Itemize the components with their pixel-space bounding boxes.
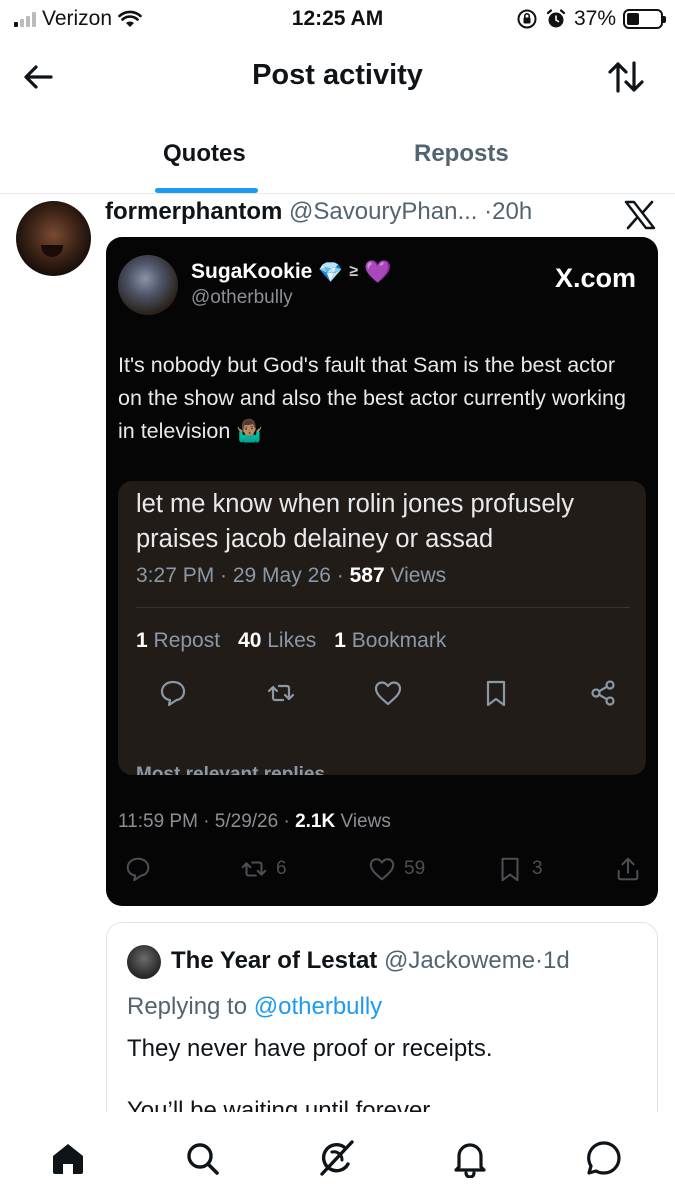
- bell-icon: [454, 1143, 486, 1178]
- battery-icon: [623, 9, 666, 29]
- quoted-post-views-label: Views: [384, 564, 447, 587]
- reply-time: 1d: [543, 947, 570, 974]
- status-right: 37%: [516, 7, 666, 31]
- reply-text: They never have proof or receipts.: [127, 1035, 493, 1062]
- embedded-post-views-count: 2.1K: [295, 811, 336, 832]
- status-bar: Verizon 12:25 AM 37%: [0, 0, 675, 38]
- bookmarks-count: 1: [334, 629, 346, 652]
- gem-emoji-icon: 💎: [318, 261, 344, 284]
- bottom-nav: [0, 1112, 675, 1200]
- search-icon: [187, 1143, 219, 1175]
- nav-search[interactable]: [180, 1136, 224, 1180]
- tab-quotes[interactable]: Quotes: [163, 140, 246, 168]
- embedded-post-actions: 6 59 3: [118, 855, 648, 889]
- home-icon: [53, 1144, 83, 1174]
- quoted-post-views-count: 587: [349, 564, 385, 587]
- alarm-icon: [546, 9, 566, 28]
- quoted-post-meta: 3:27 PM · 29 May 26 · 587 Views: [136, 564, 446, 588]
- orientation-lock-icon: [517, 9, 537, 29]
- embedded-post-time: 11:59 PM · 5/29/26 ·: [118, 811, 296, 832]
- most-relevant-replies: Most relevant replies ⌄: [136, 764, 347, 775]
- purple-heart-icon: 💜: [364, 259, 392, 284]
- header: Post activity: [0, 45, 675, 109]
- tab-reposts[interactable]: Reposts: [414, 140, 509, 168]
- reply-separator: ·: [535, 947, 544, 974]
- embedded-reply: [124, 855, 152, 883]
- post-author-name[interactable]: formerphantom: [105, 198, 282, 225]
- embedded-like-count: 59: [404, 858, 426, 879]
- x-logo-icon: [624, 200, 656, 230]
- bookmarks-label: Bookmark: [345, 629, 447, 652]
- likes-stat: 40 Likes: [238, 629, 316, 653]
- quoted-reply-card[interactable]: The Year of Lestat @Jackoweme·1d Replyin…: [106, 922, 658, 1122]
- likes-label: Likes: [261, 629, 317, 652]
- embedded-avatar: [118, 255, 178, 315]
- tab-bar: Quotes Reposts: [0, 128, 675, 194]
- reply-author-name: The Year of Lestat: [171, 947, 378, 974]
- post-author-handle[interactable]: @SavouryPhan...: [289, 198, 477, 225]
- reposts-count: 1: [136, 629, 148, 652]
- post-header: formerphantom @SavouryPhan... ·20h: [105, 198, 532, 226]
- quoted-post-actions: [158, 678, 618, 708]
- post-time: 20h: [492, 198, 533, 225]
- battery-percent: 37%: [573, 7, 616, 30]
- quoted-post-text: let me know when rolin jones profusely p…: [136, 490, 574, 553]
- embedded-post-text: It's nobody but God's fault that Sam is …: [118, 353, 626, 443]
- reply-author-handle: @Jackoweme: [383, 947, 536, 974]
- sort-icon[interactable]: [607, 59, 645, 95]
- replying-prefix: Replying to: [127, 993, 254, 1020]
- embedded-like: 59: [368, 855, 425, 883]
- quoted-post-time: 3:27 PM · 29 May 26 ·: [136, 564, 350, 587]
- bookmark-icon: [486, 680, 505, 707]
- post-separator: ·: [484, 198, 493, 225]
- like-icon: [369, 858, 395, 881]
- approx-symbol: ≥: [349, 263, 359, 280]
- embedded-bookmark: 3: [496, 855, 543, 883]
- like-icon: [374, 681, 402, 706]
- replying-to: Replying to @otherbully: [127, 993, 382, 1021]
- reply-icon: [126, 857, 150, 882]
- embedded-post-card[interactable]: SugaKookie 💎 ≥ 💜 @otherbully X.com It's …: [106, 237, 658, 906]
- active-tab-indicator: [155, 188, 258, 193]
- quoted-post: let me know when rolin jones profusely p…: [118, 481, 646, 775]
- embedded-author-handle: @otherbully: [191, 287, 293, 308]
- embedded-post-views-label: Views: [335, 811, 391, 832]
- bookmark-icon: [501, 857, 519, 882]
- upload-share-icon: [617, 857, 639, 881]
- brand-label: X.com: [554, 263, 636, 293]
- message-bubble-icon: [587, 1141, 621, 1175]
- embedded-bookmark-count: 3: [532, 858, 543, 879]
- divider: [136, 607, 630, 608]
- reposts-label: Repost: [147, 629, 221, 652]
- page-title: Post activity: [252, 59, 423, 91]
- embedded-author-name: SugaKookie: [191, 260, 313, 283]
- nav-messages[interactable]: [582, 1136, 626, 1180]
- nav-home[interactable]: [46, 1136, 90, 1180]
- embedded-post-meta: 11:59 PM · 5/29/26 · 2.1K Views: [118, 811, 391, 833]
- embedded-author: SugaKookie 💎 ≥ 💜: [191, 259, 391, 285]
- nav-grok[interactable]: [314, 1136, 358, 1180]
- embedded-repost-count: 6: [276, 858, 287, 879]
- reply-header: The Year of Lestat @Jackoweme·1d: [171, 947, 570, 975]
- reply-avatar: [127, 945, 161, 979]
- replying-to-link[interactable]: @otherbully: [254, 993, 382, 1020]
- bookmarks-stat: 1 Bookmark: [334, 629, 446, 653]
- repost-icon: [241, 861, 267, 877]
- quoted-post-stats: 1 Repost 40 Likes 1 Bookmark: [136, 629, 446, 653]
- grok-icon: [320, 1140, 354, 1176]
- reply-icon: [160, 680, 186, 707]
- repost-icon: [267, 684, 294, 702]
- embedded-repost: 6: [240, 855, 287, 883]
- reposts-stat: 1 Repost: [136, 629, 220, 653]
- avatar[interactable]: [16, 201, 91, 276]
- likes-count: 40: [238, 629, 262, 652]
- share-icon: [591, 680, 615, 706]
- embedded-share: [614, 855, 642, 883]
- nav-notifications[interactable]: [448, 1136, 492, 1180]
